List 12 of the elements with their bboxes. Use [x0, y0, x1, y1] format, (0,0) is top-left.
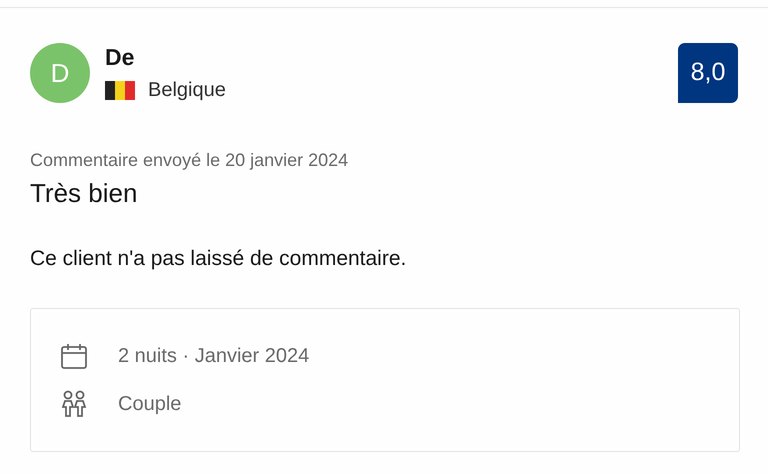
- score-badge: 8,0: [678, 43, 738, 103]
- review-title: Très bien: [30, 177, 138, 209]
- review-date: Commentaire envoyé le 20 janvier 2024: [30, 149, 350, 172]
- country-name: Belgique: [148, 78, 226, 103]
- flag-icon: [105, 80, 135, 100]
- avatar: D: [30, 43, 90, 103]
- calendar-icon: [60, 342, 88, 370]
- reviewer-name: De: [105, 43, 136, 71]
- stay-detail: Couple: [118, 392, 182, 417]
- review-comment: Ce client n'a pas laissé de commentaire.: [30, 246, 408, 272]
- people-icon: [60, 390, 88, 418]
- stay-detail: 2 nuits · Janvier 2024: [118, 344, 310, 369]
